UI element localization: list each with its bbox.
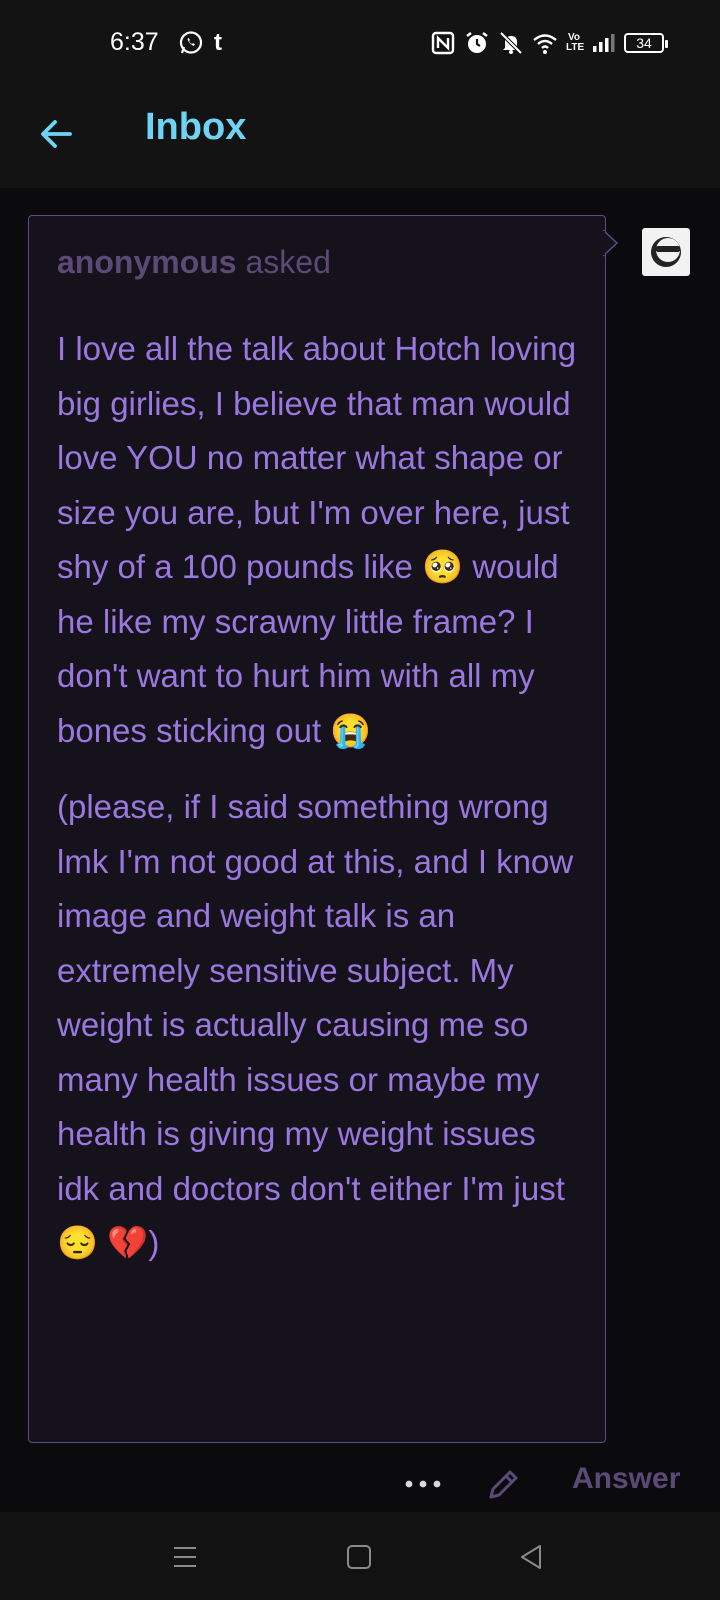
more-dots-icon — [405, 1480, 441, 1488]
home-button[interactable] — [344, 1542, 374, 1572]
nfc-icon — [430, 30, 456, 56]
home-square-icon — [347, 1545, 371, 1569]
card-pointer — [603, 228, 619, 258]
back-button[interactable] — [36, 114, 76, 154]
sunglasses-avatar-icon — [651, 237, 681, 267]
battery-icon: 34 — [624, 33, 668, 53]
inbox-content: anonymous asked I love all the talk abou… — [0, 188, 720, 1512]
menu-icon — [174, 1547, 196, 1567]
mute-icon — [498, 30, 524, 56]
alarm-icon — [464, 30, 490, 56]
question-paragraph: (please, if I said something wrong lmk I… — [57, 788, 574, 1261]
tumblr-icon: t — [214, 29, 222, 56]
more-button[interactable] — [404, 1474, 442, 1494]
app-header: Inbox — [0, 84, 720, 188]
status-bar: 6:37 t Vo LTE 34 — [0, 0, 720, 84]
ask-card: anonymous asked I love all the talk abou… — [28, 215, 606, 1443]
question-paragraph: I love all the talk about Hotch loving b… — [57, 330, 577, 749]
status-right-icons: Vo LTE 34 — [430, 30, 668, 56]
page-title: Inbox — [145, 106, 247, 148]
asker-name[interactable]: anonymous — [57, 244, 237, 280]
wifi-icon — [532, 30, 558, 56]
arrow-left-icon — [41, 120, 72, 148]
recipient-avatar[interactable] — [642, 228, 690, 276]
asker-line: anonymous asked — [57, 244, 331, 281]
pencil-icon — [489, 1470, 518, 1499]
system-nav-bar — [0, 1512, 720, 1600]
status-time: 6:37 — [110, 28, 159, 56]
question-body: I love all the talk about Hotch loving b… — [57, 322, 587, 1271]
signal-icon — [590, 30, 616, 56]
asked-label: asked — [236, 244, 331, 280]
actions-bar: Answer — [0, 1458, 720, 1512]
answer-button[interactable]: Answer — [572, 1462, 680, 1496]
nav-back-button[interactable] — [516, 1542, 546, 1572]
edit-button[interactable] — [486, 1466, 522, 1502]
menu-button[interactable] — [170, 1542, 200, 1572]
volte-icon: Vo LTE — [566, 32, 585, 53]
status-left-icons: t — [178, 30, 222, 56]
back-triangle-icon — [521, 1545, 541, 1569]
whatsapp-icon — [178, 30, 204, 56]
